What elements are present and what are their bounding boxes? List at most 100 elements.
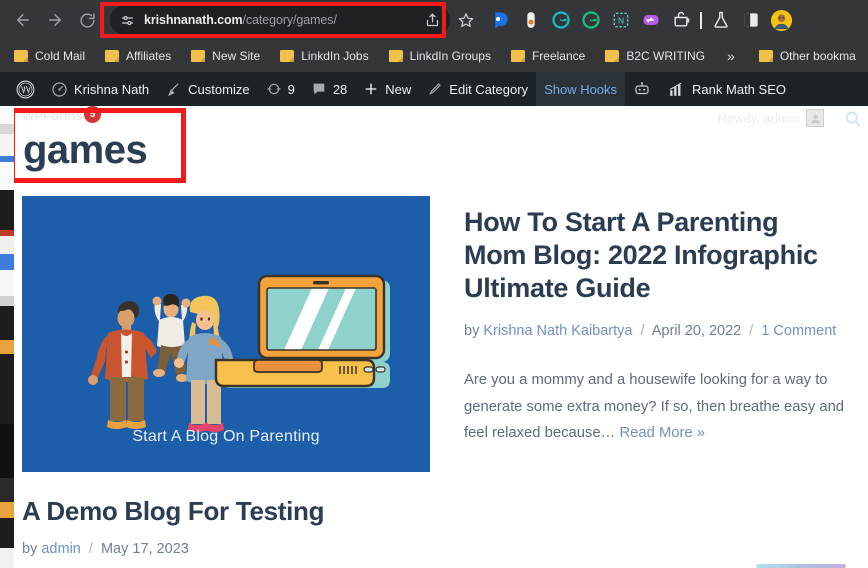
folder-icon: [280, 50, 295, 62]
page-content: WPForms 5 Howdy, admin games Start A Blo…: [0, 106, 868, 568]
customize-button[interactable]: Customize: [157, 72, 257, 106]
avatar: [806, 109, 824, 127]
comments-button[interactable]: 28: [303, 72, 355, 106]
navigation-buttons: [0, 5, 102, 35]
bookmark-item[interactable]: LinkdIn Jobs: [280, 49, 369, 63]
url-text[interactable]: krishnanath.com/category/games/: [144, 13, 422, 27]
bot-button[interactable]: [625, 72, 659, 106]
url-path: /category/games/: [242, 13, 337, 27]
post-date: April 20, 2022: [651, 322, 742, 339]
post-meta: by Krishna Nath Kaibartya / April 20, 20…: [464, 319, 846, 344]
customize-label: Customize: [188, 81, 250, 97]
bookmark-item[interactable]: Freelance: [510, 49, 585, 63]
extension-grammarly-icon[interactable]: [546, 5, 576, 35]
extension-capsule-icon[interactable]: [516, 5, 546, 35]
read-more-link[interactable]: Read More »: [619, 425, 705, 441]
star-icon[interactable]: [452, 6, 480, 34]
post-meta: by admin / May 17, 2023: [22, 541, 846, 557]
share-icon[interactable]: [422, 10, 442, 30]
background-window-sliver: [0, 106, 14, 568]
extension-split-panel-icon[interactable]: [736, 5, 766, 35]
post-thumbnail[interactable]: Start A Blog On Parenting: [22, 196, 430, 472]
bookmark-item[interactable]: LinkdIn Groups: [388, 49, 491, 63]
post-by-label: by: [22, 541, 38, 557]
wpforms-label: WPForms: [22, 108, 83, 123]
dashboard-icon: [51, 81, 68, 98]
back-icon[interactable]: [8, 5, 38, 35]
post-list: Start A Blog On Parenting How To Start A…: [0, 196, 868, 557]
post-title[interactable]: How To Start A Parenting Mom Blog: 2022 …: [464, 206, 846, 305]
robot-icon: [633, 80, 651, 98]
edit-category-button[interactable]: Edit Category: [419, 72, 536, 106]
wordpress-logo-icon: [16, 80, 35, 99]
reload-icon[interactable]: [72, 5, 102, 35]
paintbrush-icon: [165, 81, 182, 98]
post-by-label: by: [464, 322, 480, 339]
bookmarks-bar: Cold Mail Affiliates New Site LinkdIn Jo…: [0, 40, 868, 72]
comment-bubble-icon: [311, 81, 327, 97]
bookmark-label: B2C WRITING: [626, 49, 706, 63]
bookmark-label: LinkdIn Jobs: [301, 49, 369, 63]
post-item: Start A Blog On Parenting How To Start A…: [0, 196, 868, 472]
wp-admin-bar: Krishna Nath Customize 9 28 New Edit Cat…: [0, 72, 868, 106]
new-label: New: [385, 81, 412, 97]
folder-icon: [105, 50, 120, 62]
folder-icon: [14, 50, 28, 62]
meta-separator: /: [88, 541, 93, 557]
site-name-label: Krishna Nath: [74, 81, 150, 97]
post-item: A Demo Blog For Testing by admin / May 1…: [0, 496, 868, 557]
other-bookmarks-label: Other bookma: [779, 49, 856, 63]
new-content-button[interactable]: New: [355, 72, 419, 106]
extension-pot-icon[interactable]: [666, 5, 696, 35]
extension-purple-pill-icon[interactable]: [636, 5, 666, 35]
extension-notion-dashed-icon[interactable]: N: [606, 5, 636, 35]
decorative-gradient-bar: [756, 564, 846, 568]
address-bar[interactable]: krishnanath.com/category/games/: [110, 5, 450, 35]
other-bookmarks[interactable]: Other bookma: [758, 49, 856, 63]
extension-blue-d-icon[interactable]: [486, 5, 516, 35]
rank-math-chart-icon: [667, 80, 686, 99]
profile-avatar[interactable]: [766, 5, 796, 35]
folder-icon: [191, 50, 206, 62]
rank-math-button[interactable]: Rank Math SEO: [659, 72, 794, 106]
howdy-greeting[interactable]: Howdy, admin: [718, 109, 824, 127]
bookmark-item[interactable]: New Site: [191, 49, 260, 63]
post-comments[interactable]: 1 Comment: [761, 323, 836, 339]
post-author[interactable]: admin: [41, 541, 81, 557]
show-hooks-button[interactable]: Show Hooks: [536, 72, 626, 106]
post-body: How To Start A Parenting Mom Blog: 2022 …: [464, 196, 846, 472]
bookmark-item[interactable]: Affiliates: [105, 49, 171, 63]
extension-flask-icon[interactable]: [706, 5, 736, 35]
wpforms-badge: 5: [84, 106, 101, 123]
site-name-button[interactable]: Krishna Nath: [43, 72, 157, 106]
howdy-label: Howdy, admin: [717, 110, 799, 126]
forward-icon[interactable]: [40, 5, 70, 35]
bookmarks-overflow-icon[interactable]: »: [727, 48, 735, 64]
screen: krishnanath.com/category/games/ N Cold M…: [0, 0, 868, 568]
folder-icon: [758, 50, 773, 62]
comments-count: 28: [332, 81, 348, 97]
post-date: May 17, 2023: [100, 541, 189, 557]
bookmark-item[interactable]: Cold Mail: [14, 49, 85, 63]
updates-button[interactable]: 9: [258, 72, 303, 106]
extension-divider: [696, 5, 706, 35]
extensions-strip: N: [486, 5, 796, 35]
wp-logo-button[interactable]: [8, 72, 43, 106]
browser-toolbar: krishnanath.com/category/games/ N: [0, 0, 868, 40]
folder-icon: [388, 50, 403, 62]
omnibox-wrapper: krishnanath.com/category/games/: [110, 5, 450, 35]
post-author[interactable]: Krishna Nath Kaibartya: [483, 323, 632, 339]
tune-icon[interactable]: [116, 9, 138, 31]
bookmark-item[interactable]: B2C WRITING: [605, 49, 705, 63]
svg-text:N: N: [618, 15, 624, 25]
meta-separator: /: [749, 322, 754, 339]
thumbnail-caption: Start A Blog On Parenting: [132, 428, 320, 445]
search-icon[interactable]: [843, 109, 862, 133]
post-excerpt: Are you a mommy and a housewife looking …: [464, 367, 846, 446]
post-title[interactable]: A Demo Blog For Testing: [22, 496, 846, 527]
bookmark-label: Cold Mail: [35, 49, 86, 63]
bookmark-label: Affiliates: [126, 49, 172, 63]
extension-grammarly-green-icon[interactable]: [576, 5, 606, 35]
rank-math-label: Rank Math SEO: [692, 81, 786, 97]
url-domain: krishnanath.com: [144, 13, 243, 27]
